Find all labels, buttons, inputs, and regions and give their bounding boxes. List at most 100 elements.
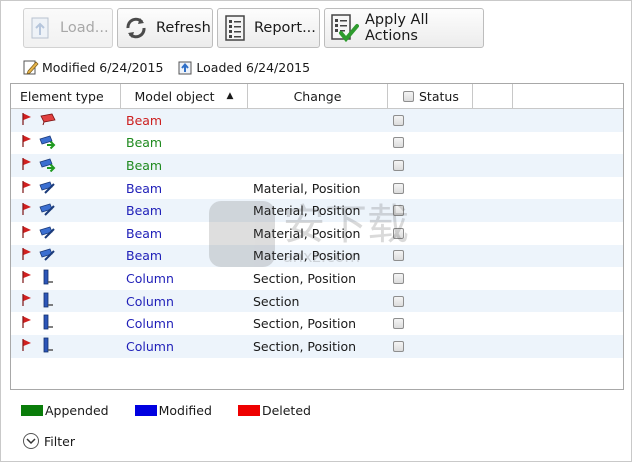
change-text: Section, Position (253, 316, 357, 332)
select-all-checkbox[interactable] (403, 90, 414, 102)
status-checkbox[interactable] (393, 250, 404, 262)
table-row[interactable]: Column Section (11, 289, 623, 313)
model-object-text: Beam (126, 157, 163, 173)
status-checkbox[interactable] (393, 114, 404, 126)
flag-icon (21, 180, 33, 197)
model-object-cell: Column (121, 290, 248, 313)
apply-checklist-icon (329, 13, 359, 43)
beam-deleted-icon (37, 111, 57, 130)
table-row[interactable]: Beam Material, Position (11, 244, 623, 268)
change-cell: Section (248, 290, 388, 313)
status-cell (388, 335, 473, 358)
header-change-label: Change (293, 88, 342, 104)
apply-all-actions-button[interactable]: Apply All Actions (324, 8, 484, 48)
change-cell (248, 132, 388, 155)
filter-toggle[interactable]: Filter (23, 433, 75, 449)
model-object-text: Column (126, 316, 174, 332)
status-checkbox[interactable] (393, 340, 404, 352)
flag-icon (21, 293, 33, 310)
table-row[interactable]: Beam (11, 109, 623, 132)
table-row[interactable]: Beam (11, 131, 623, 155)
refresh-button[interactable]: Refresh (117, 8, 213, 48)
load-button[interactable]: Load... (23, 8, 113, 48)
load-label: Load... (60, 20, 109, 36)
model-object-cell: Beam (121, 154, 248, 177)
column-modified-icon (37, 269, 57, 288)
chevron-down-icon (23, 433, 39, 449)
model-object-text: Beam (126, 225, 163, 241)
status-checkbox[interactable] (393, 182, 404, 194)
element-type-cell (11, 177, 121, 200)
modified-info: Modified 6/24/2015 (23, 59, 163, 75)
report-label: Report... (254, 20, 316, 36)
column-modified-icon (37, 337, 57, 356)
table-row[interactable]: Column Section, Position (11, 334, 623, 358)
header-status[interactable]: Status (388, 84, 473, 108)
change-text: Material, Position (253, 180, 361, 196)
flag-icon (21, 225, 33, 242)
table-row[interactable]: Beam (11, 154, 623, 177)
change-text: Section, Position (253, 270, 357, 286)
table-header: Element type Model object ▲ Change Statu… (11, 84, 623, 109)
flag-icon (21, 315, 33, 332)
change-cell (248, 109, 388, 132)
element-type-cell (11, 267, 121, 290)
status-checkbox[interactable] (393, 227, 404, 239)
status-cell (388, 222, 473, 245)
table-row[interactable]: Beam Material, Position (11, 221, 623, 245)
refresh-icon (122, 13, 150, 43)
changes-table: Element type Model object ▲ Change Statu… (10, 83, 624, 390)
status-checkbox[interactable] (393, 205, 404, 217)
legend: Appended Modified Deleted (21, 403, 337, 418)
beam-modified-icon (37, 246, 57, 265)
status-cell (388, 290, 473, 313)
beam-modified-icon (37, 224, 57, 243)
column-modified-icon (37, 292, 57, 311)
beam-modified-icon (37, 179, 57, 198)
beam-appended-icon (37, 133, 57, 152)
change-text: Material, Position (253, 248, 361, 264)
status-checkbox[interactable] (393, 137, 404, 149)
model-object-text: Beam (126, 203, 163, 219)
legend-swatch (237, 405, 260, 416)
change-text: Material, Position (253, 203, 361, 219)
element-type-cell (11, 245, 121, 268)
model-object-text: Beam (126, 248, 163, 264)
model-info: Modified 6/24/2015 Loaded 6/24/2015 (23, 59, 310, 75)
header-change[interactable]: Change (248, 84, 388, 108)
flag-icon (21, 112, 33, 129)
legend-label: Modified (158, 403, 212, 418)
header-model-object[interactable]: Model object ▲ (121, 84, 248, 108)
change-cell: Section, Position (248, 267, 388, 290)
model-object-text: Column (126, 270, 174, 286)
load-icon (28, 13, 54, 43)
sort-ascending-icon: ▲ (226, 91, 234, 101)
table-body: Beam Beam Beam Beam Material, Position Beam Ma… (11, 109, 623, 358)
table-row[interactable]: Column Section, Position (11, 267, 623, 290)
table-row[interactable]: Beam Material, Position (11, 199, 623, 222)
change-text: Material, Position (253, 225, 361, 241)
status-checkbox[interactable] (393, 272, 404, 284)
table-row[interactable]: Beam Material, Position (11, 176, 623, 200)
header-status-label: Status (419, 88, 459, 104)
report-button[interactable]: Report... (217, 8, 320, 48)
window-frame: Load... Refresh Report... Apply All Acti… (0, 0, 632, 462)
header-element-type[interactable]: Element type (11, 84, 121, 108)
header-element-type-label: Element type (20, 88, 104, 104)
status-checkbox[interactable] (393, 159, 404, 171)
model-object-cell: Beam (121, 132, 248, 155)
model-object-text: Column (126, 293, 174, 309)
change-cell: Material, Position (248, 222, 388, 245)
loaded-date: Loaded 6/24/2015 (196, 59, 311, 75)
table-row[interactable]: Column Section, Position (11, 312, 623, 335)
legend-label: Deleted (261, 403, 311, 418)
legend-swatch (134, 405, 157, 416)
status-cell (388, 132, 473, 155)
report-icon (222, 13, 248, 43)
column-modified-icon (37, 314, 57, 333)
status-checkbox[interactable] (393, 318, 404, 330)
element-type-cell (11, 109, 121, 132)
refresh-label: Refresh (156, 20, 211, 36)
model-object-cell: Beam (121, 245, 248, 268)
status-checkbox[interactable] (393, 295, 404, 307)
